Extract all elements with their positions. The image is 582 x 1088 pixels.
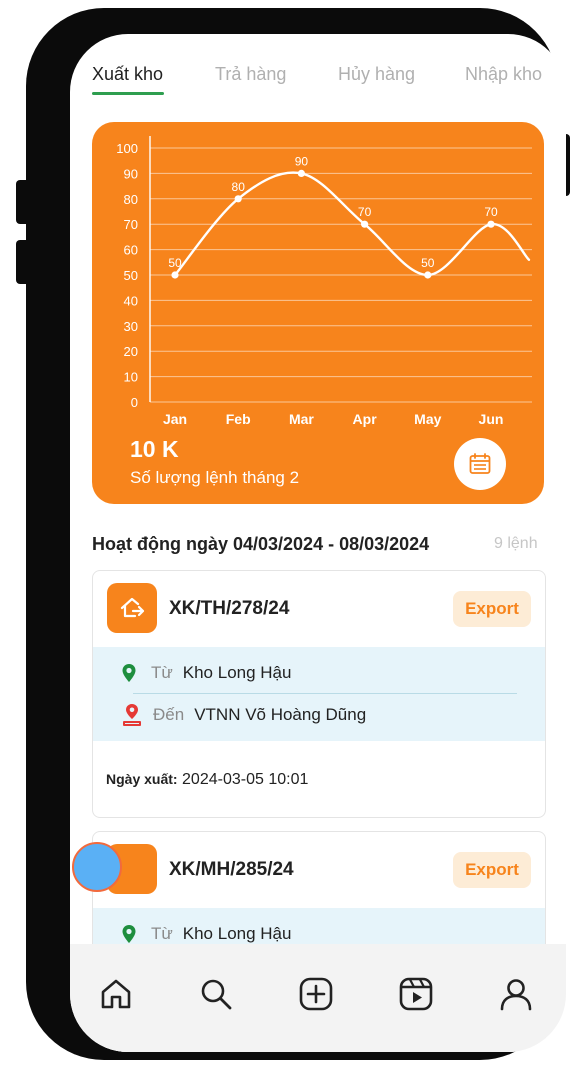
export-date-row: Ngày xuất: 2024-03-05 10:01 [106,771,308,789]
nav-create[interactable] [296,974,336,1014]
data-point [424,271,432,279]
x-tick-label: Feb [226,411,251,427]
export-date-value: 2024-03-05 10:01 [182,771,309,788]
reels-icon [399,977,433,1011]
y-tick-label: 70 [124,217,138,232]
data-point [234,195,242,203]
y-tick-label: 20 [124,344,138,359]
activity-title: Hoạt động ngày 04/03/2024 - 08/03/2024 [92,534,430,554]
bottom-nav [70,944,566,1052]
touch-indicator [72,842,122,892]
tab-xuat-kho[interactable]: Xuất kho [92,64,163,85]
app-screen: Xuất kho Trả hàng Hủy hàng Nhập kho 0 10 2… [70,34,566,1052]
x-tick-label: Jan [163,411,187,427]
y-tick-label: 40 [124,293,138,308]
y-tick-label: 100 [116,141,138,156]
data-label: 70 [358,205,372,219]
nav-profile[interactable] [496,974,536,1014]
y-tick-label: 10 [124,370,138,385]
tab-tra-hang[interactable]: Trả hàng [215,64,286,85]
export-badge[interactable]: Export [453,591,531,627]
data-point [361,220,369,228]
profile-icon [500,979,532,1011]
export-date-label: Ngày xuất: [106,771,178,787]
to-prefix: Đến [153,705,185,724]
location-pin-icon [122,664,136,682]
data-point [487,220,495,228]
data-label: 90 [295,154,309,168]
data-label: 70 [484,205,498,219]
phone-frame: Xuất kho Trả hàng Hủy hàng Nhập kho 0 10 2… [26,8,566,1060]
export-order-icon [107,583,157,633]
route-divider [133,693,517,694]
data-label: 50 [421,256,435,270]
line-chart: 0 10 20 30 40 50 60 70 80 90 100 Jan Feb Mar Apr May Jun… [116,136,532,427]
from-location: Kho Long Hậu [182,663,292,682]
y-tick-label: 80 [124,192,138,207]
data-point [171,271,179,279]
destination-pin-icon [123,704,141,726]
order-card[interactable]: XK/TH/278/24 Export Từ Kho Long Hậu Đến … [92,570,546,818]
tab-nhap-kho[interactable]: Nhập kho [465,64,542,85]
order-code: XK/TH/278/24 [169,598,290,619]
x-tick-label: Mar [289,411,314,427]
tab-huy-hang[interactable]: Hủy hàng [338,64,415,85]
chart-card: 0 10 20 30 40 50 60 70 80 90 100 Jan Feb Mar Apr May Jun… [92,122,544,504]
data-label: 50 [168,256,182,270]
from-prefix: Từ [151,663,173,682]
summary-value: 10 K [130,436,179,462]
y-tick-label: 30 [124,319,138,334]
calendar-button[interactable] [454,438,506,490]
export-badge[interactable]: Export [453,852,531,888]
activity-count: 9 lệnh [494,535,538,552]
calendar-icon [469,453,491,474]
x-tick-label: Jun [479,411,504,427]
from-location: Kho Long Hậu [182,924,292,943]
tab-bar: Xuất kho Trả hàng Hủy hàng Nhập kho [70,64,566,94]
y-tick-label: 90 [124,166,138,181]
location-pin-icon [122,925,136,943]
y-tick-label: 60 [124,243,138,258]
nav-search[interactable] [196,974,236,1014]
to-location: VTNN Võ Hoàng Dũng [194,705,367,724]
data-label: 80 [232,180,246,194]
summary-label: Số lượng lệnh tháng 2 [130,468,300,487]
home-icon [101,979,131,1009]
active-tab-indicator [92,92,164,95]
from-prefix: Từ [151,924,173,943]
x-tick-label: May [414,411,441,427]
y-tick-label: 50 [124,268,138,283]
nav-home[interactable] [96,974,136,1014]
route-to-row: Đến VTNN Võ Hoàng Dũng [121,701,366,729]
y-tick-label: 0 [131,395,138,410]
x-tick-label: Apr [353,411,378,427]
order-code: XK/MH/285/24 [169,859,294,880]
add-icon [299,977,333,1011]
route-box: Từ Kho Long Hậu Đến VTNN Võ Hoàng Dũng [93,647,545,741]
nav-reels[interactable] [396,974,436,1014]
route-from-row: Từ Kho Long Hậu [121,659,291,687]
search-icon [201,979,232,1010]
data-point [297,169,305,177]
